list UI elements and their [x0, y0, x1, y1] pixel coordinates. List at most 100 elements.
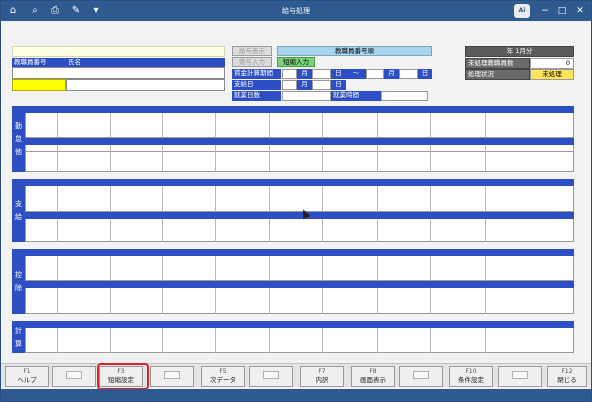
grid-divider [162, 145, 163, 152]
grid-divider [485, 219, 486, 242]
fkey-blank-slot [263, 371, 279, 379]
grid-divider [269, 219, 270, 242]
pay-day-field[interactable] [312, 80, 331, 90]
section-header-band [25, 179, 574, 186]
salary-display-button[interactable]: 給与表示 [232, 46, 272, 56]
close-button[interactable]: ✕ [573, 5, 587, 17]
grid-divider [162, 152, 163, 172]
grid-divider [57, 288, 58, 314]
grid-divider [215, 219, 216, 242]
grid-divider [162, 186, 163, 212]
period-day-to[interactable] [399, 69, 418, 79]
unprocessed-count-value: 0 [530, 58, 574, 69]
unprocessed-count-label: 未処理教職員数 [465, 58, 530, 69]
grid-divider [485, 145, 486, 152]
grid-divider [162, 288, 163, 314]
grid-divider [485, 328, 486, 353]
grid-divider [162, 256, 163, 281]
grid-divider [430, 113, 431, 138]
grid-divider [57, 328, 58, 353]
grid-divider [110, 256, 111, 281]
fkey-number: F7 [318, 368, 326, 375]
maximize-button[interactable]: □ [555, 5, 569, 17]
grid-divider [110, 328, 111, 353]
grid-divider [322, 186, 323, 212]
grid-divider [269, 152, 270, 172]
bonus-input-button[interactable]: 賞与入力 [232, 57, 272, 67]
pay-date-label: 支給日 [232, 80, 281, 90]
fkey-blank-slot [413, 371, 429, 379]
grid-divider [215, 145, 216, 152]
section-char: 支 [15, 199, 22, 208]
fkey-f5-button[interactable]: F5 次データ [201, 366, 245, 387]
section-header-band [25, 281, 574, 288]
section-char: 他 [15, 147, 22, 156]
grid-divider [377, 256, 378, 281]
fkey-label: 次データ [210, 376, 236, 384]
month-label: 月 [297, 69, 312, 79]
window-title: 給与処理 [282, 7, 310, 15]
section-label-2: 控除 [12, 249, 25, 314]
grid-divider [162, 219, 163, 242]
employee-number-input[interactable] [12, 79, 66, 91]
fkey-blank-button[interactable] [399, 366, 443, 387]
pay-day-label: 日 [331, 80, 346, 90]
minimize-button[interactable]: − [538, 5, 552, 17]
section-label-1: 支給 [12, 179, 25, 242]
grid-divider [162, 113, 163, 138]
fkey-f1-button[interactable]: F1 ヘルプ [5, 366, 49, 387]
period-header: 年 1月分 [465, 46, 574, 57]
section-header-band [25, 106, 574, 113]
section-input-row[interactable] [25, 186, 574, 212]
grid-divider [377, 186, 378, 212]
grid-divider [110, 186, 111, 212]
sort-order-label: 教職員番号順 [277, 46, 432, 56]
section-input-row[interactable] [25, 152, 574, 172]
grid-divider [322, 219, 323, 242]
fkey-blank-button[interactable] [52, 366, 96, 387]
fkey-label: 内訳 [315, 376, 329, 384]
employee-number-label: 教職員番号 [12, 58, 66, 67]
section-input-row[interactable] [25, 219, 574, 242]
fkey-blank-button[interactable] [498, 366, 542, 387]
fkey-f7-button[interactable]: F7 内訳 [300, 366, 344, 387]
workdays-field[interactable] [282, 91, 331, 101]
section-input-row[interactable] [25, 288, 574, 314]
grid-divider [57, 152, 58, 172]
payroll-window: ⌂ ⌕ ⎙ ✎ ▾ 給与処理 Ai − □ ✕ 教職員番号 氏名 給与表示 賞与… [0, 0, 592, 402]
app-logo: Ai [514, 4, 530, 18]
grid-divider [215, 152, 216, 172]
fkey-f10-button[interactable]: F10 条件設定 [449, 366, 493, 387]
fkey-f8-button[interactable]: F8 画面表示 [351, 366, 395, 387]
fkey-f12-button[interactable]: F12 閉じる [547, 366, 587, 387]
message-bar [12, 46, 225, 57]
period-month-from[interactable] [282, 69, 297, 79]
grid-divider [110, 219, 111, 242]
grid-divider [322, 152, 323, 172]
short-input-badge: 短縮入力 [277, 57, 315, 67]
period-day-from[interactable] [312, 69, 331, 79]
grid-divider [110, 288, 111, 314]
grid-divider [430, 145, 431, 152]
section-char: 給 [15, 212, 22, 221]
grid-divider [269, 186, 270, 212]
grid-divider [377, 113, 378, 138]
section-input-row[interactable] [25, 145, 574, 152]
status-badge: 未処理 [530, 69, 574, 80]
fkey-blank-slot [66, 371, 82, 379]
grid-divider [430, 152, 431, 172]
period-month-to[interactable] [366, 69, 384, 79]
workhours-field[interactable] [381, 91, 428, 101]
employee-blank-row [12, 67, 225, 79]
section-input-row[interactable] [25, 256, 574, 281]
grid-divider [110, 113, 111, 138]
section-header-band [25, 321, 574, 328]
section-input-row[interactable] [25, 113, 574, 138]
grid-divider [269, 328, 270, 353]
status-bar [1, 389, 591, 401]
section-input-row[interactable] [25, 328, 574, 353]
pay-month-field[interactable] [282, 80, 297, 90]
fkey-label: 閉じる [557, 376, 577, 384]
fkey-blank-button[interactable] [249, 366, 293, 387]
fkey-blank-button[interactable] [150, 366, 194, 387]
